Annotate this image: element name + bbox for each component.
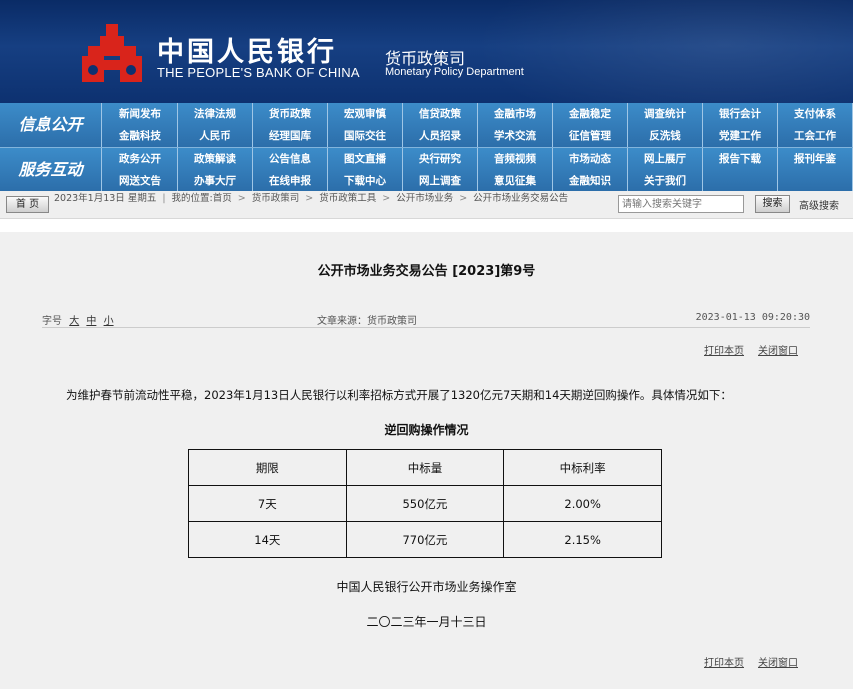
table-cell: 2.00% xyxy=(503,485,662,522)
nav-item[interactable]: 市场动态 xyxy=(553,148,628,170)
info-bar: 首 页 2023年1月13日 星期五 | 我的位置:首页 > 货币政策司 > 货币政策工具 >… xyxy=(0,191,853,219)
font-size-label: 字号 xyxy=(42,316,62,327)
nav-group-label-service: 服务互动 xyxy=(0,148,102,192)
nav-group-service: 服务互动 政务公开 政策解读 公告信息 图文直播 央行研究 音频视频 市场动态 网上展厅 报告下… xyxy=(0,147,853,192)
nav-item[interactable]: 网上调查 xyxy=(403,170,478,192)
nav-item[interactable]: 报告下载 xyxy=(703,148,778,170)
page-actions-bottom: 打印本页 关闭窗口 xyxy=(704,654,812,669)
nav-item[interactable]: 征信管理 xyxy=(553,125,628,147)
site-banner: 中国人民银行 THE PEOPLE'S BANK OF CHINA 货币政策司 … xyxy=(0,0,853,103)
nav-item[interactable]: 下载中心 xyxy=(328,170,403,192)
article-meta: 字号 大 中 小 文章来源：货币政策司 2023-01-13 09:20:30 xyxy=(42,304,810,328)
breadcrumb-item[interactable]: 公开市场业务 xyxy=(396,193,453,204)
nav-item[interactable]: 关于我们 xyxy=(628,170,703,192)
nav-item[interactable]: 经理国库 xyxy=(253,125,328,147)
table-title: 逆回购操作情况 xyxy=(384,423,469,437)
nav-item[interactable]: 网上展厅 xyxy=(628,148,703,170)
table-cell: 2.15% xyxy=(503,521,662,558)
close-window-link[interactable]: 关闭窗口 xyxy=(758,346,798,357)
table-header-cell: 中标利率 xyxy=(503,449,662,486)
article-source: 文章来源：货币政策司 xyxy=(317,316,417,327)
font-size-large[interactable]: 大 xyxy=(69,316,79,327)
nav-item[interactable]: 办事大厅 xyxy=(178,170,253,192)
advanced-search-link[interactable]: 高级搜索 xyxy=(799,197,839,212)
search-input[interactable] xyxy=(618,195,744,213)
nav-item[interactable]: 在线申报 xyxy=(253,170,328,192)
page-actions-top: 打印本页 关闭窗口 xyxy=(704,342,812,357)
nav-item[interactable]: 政务公开 xyxy=(103,148,178,170)
pboc-logo-icon[interactable] xyxy=(80,22,144,84)
bank-name-cn: 中国人民银行 xyxy=(157,37,337,68)
nav-grid-info: 新闻发布 法律法规 货币政策 宏观审慎 信贷政策 金融市场 金融稳定 调查统计 银行会计 支付体系… xyxy=(103,103,853,147)
article-paragraph: 为维护春节前流动性平稳，2023年1月13日人民银行以利率招标方式开展了1320… xyxy=(66,388,732,402)
nav-item[interactable]: 报刊年鉴 xyxy=(778,148,853,170)
reverse-repo-table: 期限 中标量 中标利率 7天 550亿元 2.00% 14天 770亿元 2.1… xyxy=(188,449,662,558)
table-cell: 7天 xyxy=(188,485,347,522)
nav-item[interactable]: 意见征集 xyxy=(478,170,553,192)
print-link[interactable]: 打印本页 xyxy=(704,658,744,669)
article-content: 公开市场业务交易公告 [2023]第9号 字号 大 中 小 文章来源：货币政策司… xyxy=(0,232,853,689)
table-header-cell: 中标量 xyxy=(345,449,505,486)
close-window-link[interactable]: 关闭窗口 xyxy=(758,658,798,669)
nav-item[interactable]: 支付体系 xyxy=(778,103,853,125)
article-datetime: 2023-01-13 09:20:30 xyxy=(695,312,810,323)
nav-item[interactable]: 国际交往 xyxy=(328,125,403,147)
nav-item[interactable]: 工会工作 xyxy=(778,125,853,147)
nav-item[interactable]: 金融稳定 xyxy=(553,103,628,125)
nav-item[interactable]: 图文直播 xyxy=(328,148,403,170)
search-button[interactable]: 搜索 xyxy=(755,195,790,213)
nav-item[interactable]: 金融市场 xyxy=(478,103,553,125)
nav-item[interactable]: 新闻发布 xyxy=(103,103,178,125)
nav-item[interactable]: 学术交流 xyxy=(478,125,553,147)
home-button[interactable]: 首 页 xyxy=(6,196,49,213)
nav-item[interactable]: 法律法规 xyxy=(178,103,253,125)
breadcrumb-item[interactable]: 货币政策工具 xyxy=(319,193,376,204)
breadcrumb-item[interactable]: 货币政策司 xyxy=(252,193,300,204)
nav-item[interactable]: 音频视频 xyxy=(478,148,553,170)
nav-item[interactable]: 网送文告 xyxy=(103,170,178,192)
breadcrumb: 2023年1月13日 星期五 | 我的位置:首页 > 货币政策司 > 货币政策工具 > 公开市场… xyxy=(54,193,569,204)
font-size-medium[interactable]: 中 xyxy=(86,316,96,327)
main-navigation: 信息公开 新闻发布 法律法规 货币政策 宏观审慎 信贷政策 金融市场 金融稳定 调查统计 银行会… xyxy=(0,103,853,192)
article-title: 公开市场业务交易公告 [2023]第9号 xyxy=(317,264,536,279)
nav-item[interactable]: 人员招录 xyxy=(403,125,478,147)
table-cell: 550亿元 xyxy=(345,485,505,522)
nav-item[interactable]: 金融科技 xyxy=(103,125,178,147)
nav-item-empty xyxy=(778,170,853,192)
table-header-cell: 期限 xyxy=(188,449,347,486)
department-name-en: Monetary Policy Department xyxy=(385,66,524,78)
nav-item[interactable]: 人民币 xyxy=(178,125,253,147)
nav-item[interactable]: 政策解读 xyxy=(178,148,253,170)
nav-item[interactable]: 银行会计 xyxy=(703,103,778,125)
print-link[interactable]: 打印本页 xyxy=(704,346,744,357)
font-size-small[interactable]: 小 xyxy=(104,316,114,327)
issue-date: 二〇二三年一月十三日 xyxy=(366,615,487,629)
nav-grid-service: 政务公开 政策解读 公告信息 图文直播 央行研究 音频视频 市场动态 网上展厅 报告下载 报刊年鉴… xyxy=(103,148,853,192)
nav-item[interactable]: 信贷政策 xyxy=(403,103,478,125)
table-header-row: 期限 中标量 中标利率 xyxy=(188,449,662,486)
nav-item[interactable]: 金融知识 xyxy=(553,170,628,192)
table-cell: 770亿元 xyxy=(345,521,505,558)
table-row: 7天 550亿元 2.00% xyxy=(188,485,662,522)
current-date: 2023年1月13日 星期五 xyxy=(54,193,157,204)
nav-item[interactable]: 央行研究 xyxy=(403,148,478,170)
nav-item[interactable]: 调查统计 xyxy=(628,103,703,125)
breadcrumb-item[interactable]: 公开市场业务交易公告 xyxy=(473,193,568,204)
nav-item-empty xyxy=(703,170,778,192)
nav-item[interactable]: 宏观审慎 xyxy=(328,103,403,125)
nav-item[interactable]: 货币政策 xyxy=(253,103,328,125)
table-cell: 14天 xyxy=(188,521,347,558)
table-row: 14天 770亿元 2.15% xyxy=(188,521,662,558)
breadcrumb-location[interactable]: 我的位置:首页 xyxy=(172,193,232,204)
nav-item[interactable]: 公告信息 xyxy=(253,148,328,170)
issuer-signature: 中国人民银行公开市场业务操作室 xyxy=(336,580,517,594)
nav-item[interactable]: 反洗钱 xyxy=(628,125,703,147)
bank-name-en: THE PEOPLE'S BANK OF CHINA xyxy=(157,65,360,80)
font-size-control: 字号 大 中 小 xyxy=(42,312,114,327)
nav-group-label-info: 信息公开 xyxy=(0,103,102,147)
nav-group-info: 信息公开 新闻发布 法律法规 货币政策 宏观审慎 信贷政策 金融市场 金融稳定 调查统计 银行会… xyxy=(0,103,853,147)
nav-item[interactable]: 党建工作 xyxy=(703,125,778,147)
